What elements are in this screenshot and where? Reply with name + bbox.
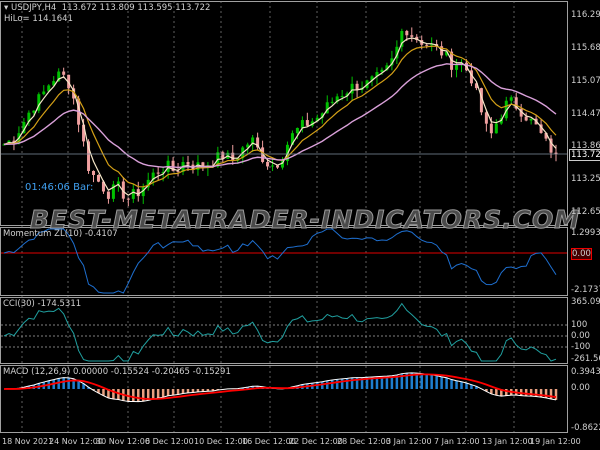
symbol-header: ▾ USDJPY,H4 113.672 113.809 113.595 113.… (4, 3, 211, 13)
macd-tick: 0.39433 (571, 367, 600, 377)
candle-body (305, 120, 309, 126)
candle-body (92, 170, 96, 175)
cci-tick: 100 (571, 320, 588, 330)
time-tick: 16 Dec 12:00 (242, 437, 296, 446)
candle-body (340, 95, 344, 97)
candle-body (42, 91, 46, 95)
candle-body (509, 97, 513, 101)
candle-body (96, 174, 100, 182)
ma-slow-line (3, 63, 557, 169)
time-tick: 13 Jan 12:00 (482, 437, 533, 446)
candle-body (489, 123, 493, 134)
macd-signal-line (3, 373, 557, 400)
price-tick: 113.250 (571, 174, 600, 184)
candle-body (126, 198, 130, 200)
macd-label: MACD (12,26,9) 0.00000 -0.15524 -0.20465… (3, 367, 231, 377)
candle-body (186, 161, 190, 165)
candle-body (330, 101, 334, 103)
candle-body (276, 165, 280, 168)
price-tick: 116.290 (571, 10, 600, 20)
price-tick: 114.470 (571, 109, 600, 119)
candle-body (455, 65, 459, 70)
candle-body (295, 127, 299, 134)
candle-body (425, 44, 429, 46)
candle-body (529, 118, 533, 121)
cci-label: CCI(30) -174.5311 (3, 299, 82, 309)
macd-tick: -0.86228 (571, 423, 600, 433)
price-tick: 115.070 (571, 76, 600, 86)
time-tick: 30 Nov 12:00 (96, 437, 150, 446)
time-tick: 19 Jan 12:00 (530, 437, 581, 446)
macd-tick: 0.00 (571, 383, 590, 393)
momentum-tick: 1.2993 (571, 228, 600, 238)
time-tick: 28 Dec 12:00 (337, 437, 391, 446)
cci-tick: -261.5676 (571, 354, 600, 364)
candle-body (271, 165, 275, 167)
time-tick: 6 Dec 12:00 (145, 437, 194, 446)
candle-body (524, 116, 528, 121)
candle-body (156, 172, 160, 174)
ohlc: 113.672 113.809 113.595 113.722 (61, 3, 211, 13)
bar-timer: 01:46:06 Bar: (25, 182, 94, 193)
time-tick: 24 Nov 12:00 (49, 437, 103, 446)
cci-line (3, 302, 557, 362)
price-tick: 112.650 (571, 207, 600, 217)
current-price-tag: 113.722 (569, 149, 600, 161)
candle-body (62, 71, 66, 75)
time-tick: 10 Dec 12:00 (194, 437, 248, 446)
time-tick: 3 Jan 12:00 (386, 437, 432, 446)
candle-body (106, 191, 110, 199)
cci-tick: 0.00 (571, 331, 590, 341)
candle-body (355, 83, 359, 90)
symbol: USDJPY,H4 (10, 3, 57, 13)
hilo-label: HiLo= 114.1641 (4, 14, 73, 24)
candle-body (131, 189, 135, 199)
momentum-label: Momentum ZL(10) -0.4107 (3, 229, 118, 239)
price-tick: 115.680 (571, 43, 600, 53)
candle-body (300, 120, 304, 128)
cci-tick: -100 (571, 342, 591, 352)
candle-body (494, 123, 498, 134)
time-tick: 22 Dec 12:00 (289, 437, 343, 446)
momentum-tick: -2.1737 (571, 285, 600, 295)
candle-body (136, 189, 140, 197)
time-tick: 7 Jan 12:00 (434, 437, 480, 446)
time-tick: 18 Nov 2021 (2, 437, 54, 446)
candle-body (405, 30, 409, 36)
momentum-tick: 0.00 (571, 248, 592, 260)
chart-window[interactable]: BEST-METATRADER-INDICATORS.COM ▾ USDJPY,… (0, 0, 600, 450)
cci-tick: 365.0915 (571, 297, 600, 307)
candle-body (266, 161, 270, 167)
panel-frame (0, 297, 568, 364)
candle-body (410, 35, 414, 37)
